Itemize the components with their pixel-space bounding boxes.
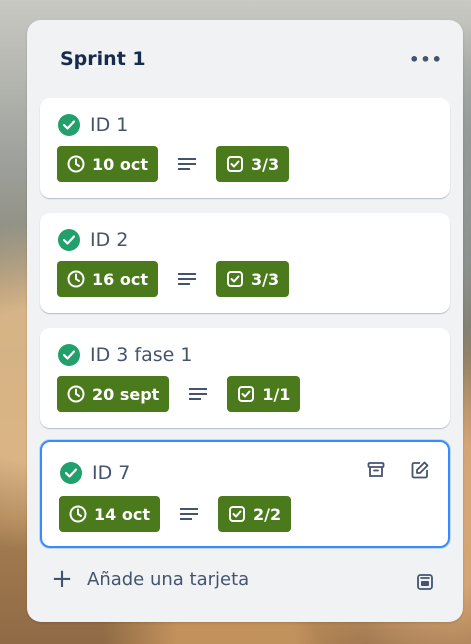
card[interactable]: ID 1 10 oct 3/3 — [40, 98, 450, 198]
description-icon — [187, 384, 209, 404]
checklist-icon — [226, 271, 243, 287]
clock-icon — [67, 270, 85, 288]
due-date-badge[interactable]: 10 oct — [57, 146, 158, 182]
due-date-text: 14 oct — [94, 504, 150, 524]
card[interactable]: ID 7 14 oct 2/2 — [40, 440, 450, 548]
archive-icon[interactable] — [364, 458, 388, 482]
list-header: Sprint 1 ••• — [27, 20, 463, 98]
checklist-badge[interactable]: 1/1 — [227, 376, 301, 412]
description-icon — [176, 269, 198, 289]
checklist-count: 1/1 — [262, 384, 291, 404]
clock-icon — [69, 505, 87, 523]
card[interactable]: ID 2 16 oct 3/3 — [40, 213, 450, 313]
card[interactable]: ID 3 fase 1 20 sept 1/1 — [40, 328, 450, 428]
checklist-icon — [228, 506, 245, 522]
description-icon — [178, 504, 200, 524]
list-title[interactable]: Sprint 1 — [60, 48, 146, 70]
checklist-count: 3/3 — [250, 269, 280, 289]
checklist-badge[interactable]: 3/3 — [215, 146, 290, 182]
plus-icon: + — [51, 564, 73, 594]
card-title: ID 3 fase 1 — [90, 344, 193, 366]
card-badges: 14 oct 2/2 — [59, 496, 292, 532]
list-menu-button[interactable]: ••• — [409, 44, 443, 74]
due-date-badge[interactable]: 20 sept — [57, 376, 170, 412]
due-date-text: 20 sept — [92, 384, 160, 404]
checklist-count: 3/3 — [250, 154, 280, 174]
check-complete-icon[interactable] — [58, 114, 80, 136]
card-title-row: ID 2 — [58, 229, 128, 251]
card-title-row: ID 1 — [58, 114, 128, 136]
checklist-icon — [238, 386, 255, 402]
description-icon — [176, 154, 198, 174]
clock-icon — [67, 385, 85, 403]
due-date-text: 10 oct — [92, 154, 148, 174]
card-title: ID 1 — [90, 114, 129, 136]
check-complete-icon[interactable] — [58, 344, 80, 366]
edit-icon[interactable] — [408, 458, 432, 482]
checklist-icon — [226, 156, 243, 172]
card-title-row: ID 3 fase 1 — [58, 344, 192, 366]
more-horizontal-icon: ••• — [409, 49, 443, 69]
card-badges: 16 oct 3/3 — [57, 261, 290, 297]
create-from-template-button[interactable] — [411, 568, 439, 596]
add-card-button[interactable]: + Añade una tarjeta — [51, 566, 249, 592]
due-date-badge[interactable]: 16 oct — [57, 261, 158, 297]
check-complete-icon[interactable] — [60, 462, 82, 484]
checklist-badge[interactable]: 3/3 — [215, 261, 290, 297]
due-date-badge[interactable]: 14 oct — [59, 496, 160, 532]
check-complete-icon[interactable] — [58, 229, 80, 251]
clock-icon — [67, 155, 85, 173]
checklist-badge[interactable]: 2/2 — [217, 496, 292, 532]
card-title-row: ID 7 — [60, 462, 130, 484]
add-card-label: Añade una tarjeta — [87, 568, 250, 590]
card-template-icon — [417, 574, 433, 590]
card-badges: 10 oct 3/3 — [57, 146, 290, 182]
card-badges: 20 sept 1/1 — [57, 376, 301, 412]
card-title: ID 7 — [92, 462, 131, 484]
checklist-count: 2/2 — [252, 504, 282, 524]
card-quick-actions — [364, 458, 432, 482]
list-sprint-1: Sprint 1 ••• ID 1 10 oct 3/3 ID 2 16 oct… — [27, 20, 463, 622]
card-title: ID 2 — [90, 229, 129, 251]
due-date-text: 16 oct — [92, 269, 148, 289]
